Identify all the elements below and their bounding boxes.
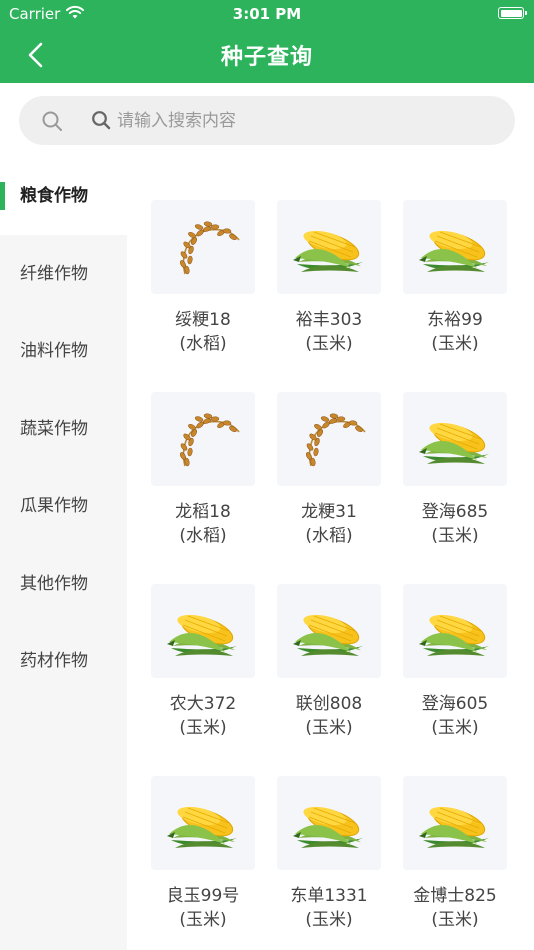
battery-icon (498, 7, 527, 19)
search-icon (42, 111, 62, 131)
corn-icon (293, 806, 363, 848)
variety-thumbnail (277, 392, 381, 486)
category-item[interactable]: 粮食作物 (0, 158, 127, 235)
variety-type: (玉米) (179, 718, 227, 738)
corn-icon (167, 806, 237, 848)
variety-name: 登海605 (421, 694, 489, 714)
variety-card[interactable]: 登海685 (玉米) (403, 392, 507, 562)
top-bar: Carrier 3:01 PM 种子查询 (0, 0, 534, 83)
variety-card[interactable]: 东裕99 (玉米) (403, 200, 507, 370)
variety-name: 裕丰303 (295, 310, 363, 330)
variety-card[interactable]: 登海605 (玉米) (403, 584, 507, 754)
rice-icon (179, 221, 240, 275)
rice-icon (179, 413, 240, 467)
variety-card[interactable]: 龙粳31 (水稻) (277, 392, 381, 562)
variety-name: 登海685 (421, 502, 489, 522)
variety-type: (玉米) (179, 910, 227, 930)
variety-thumbnail (277, 584, 381, 678)
corn-icon (419, 614, 489, 656)
variety-grid: 绥粳18 (水稻) 裕丰303 (玉米) 东裕99 (玉米) 龙稻18 (水稻)… (127, 158, 534, 950)
variety-thumbnail (277, 776, 381, 870)
search-bar[interactable] (19, 96, 515, 145)
variety-name: 龙粳31 (301, 502, 357, 522)
corn-icon (293, 614, 363, 656)
variety-card[interactable]: 裕丰303 (玉米) (277, 200, 381, 370)
rice-icon (305, 413, 366, 467)
variety-type: (玉米) (431, 526, 479, 546)
variety-type: (玉米) (431, 718, 479, 738)
variety-type: (水稻) (179, 334, 227, 354)
variety-card[interactable]: 良玉99号 (玉米) (151, 776, 255, 946)
variety-thumbnail (151, 776, 255, 870)
variety-type: (水稻) (179, 526, 227, 546)
variety-card[interactable]: 绥粳18 (水稻) (151, 200, 255, 370)
page-title: 种子查询 (220, 45, 313, 70)
variety-card[interactable]: 东单1331 (玉米) (277, 776, 381, 946)
clock: 3:01 PM (232, 5, 302, 23)
corn-icon (419, 806, 489, 848)
category-item[interactable]: 纤维作物 (0, 236, 127, 313)
search-icon (92, 111, 111, 130)
variety-name: 绥粳18 (175, 310, 231, 330)
variety-thumbnail (277, 200, 381, 294)
variety-type: (玉米) (431, 334, 479, 354)
variety-thumbnail (151, 200, 255, 294)
corn-icon (293, 230, 363, 272)
variety-name: 龙稻18 (175, 502, 231, 522)
variety-thumbnail (403, 200, 507, 294)
variety-thumbnail (403, 776, 507, 870)
variety-type: (玉米) (305, 910, 353, 930)
variety-name: 东裕99 (427, 310, 483, 330)
category-item[interactable]: 其他作物 (0, 546, 127, 623)
variety-card[interactable]: 联创808 (玉米) (277, 584, 381, 754)
variety-thumbnail (403, 584, 507, 678)
category-item[interactable]: 瓜果作物 (0, 468, 127, 545)
status-bar: Carrier 3:01 PM (0, 0, 534, 28)
category-item[interactable]: 药材作物 (0, 623, 127, 700)
corn-icon (419, 422, 489, 464)
variety-type: (玉米) (431, 910, 479, 930)
variety-card[interactable]: 龙稻18 (水稻) (151, 392, 255, 562)
category-sidebar: 粮食作物 纤维作物 油料作物 蔬菜作物 瓜果作物 其他作物 药材作物 (0, 158, 127, 950)
variety-card[interactable]: 农大372 (玉米) (151, 584, 255, 754)
variety-type: (水稻) (305, 526, 353, 546)
search-input[interactable] (115, 105, 499, 137)
category-item[interactable]: 油料作物 (0, 313, 127, 390)
variety-thumbnail (403, 392, 507, 486)
category-item[interactable]: 蔬菜作物 (0, 391, 127, 468)
variety-thumbnail (151, 584, 255, 678)
variety-name: 东单1331 (290, 886, 368, 906)
variety-type: (玉米) (305, 718, 353, 738)
corn-icon (167, 614, 237, 656)
variety-thumbnail (151, 392, 255, 486)
navigation-bar: 种子查询 (0, 28, 534, 83)
corn-icon (419, 230, 489, 272)
variety-name: 联创808 (295, 694, 363, 714)
variety-card[interactable]: 金博士825 (玉米) (403, 776, 507, 946)
variety-name: 农大372 (169, 694, 237, 714)
variety-name: 良玉99号 (166, 886, 240, 906)
variety-name: 金博士825 (413, 886, 497, 906)
variety-type: (玉米) (305, 334, 353, 354)
